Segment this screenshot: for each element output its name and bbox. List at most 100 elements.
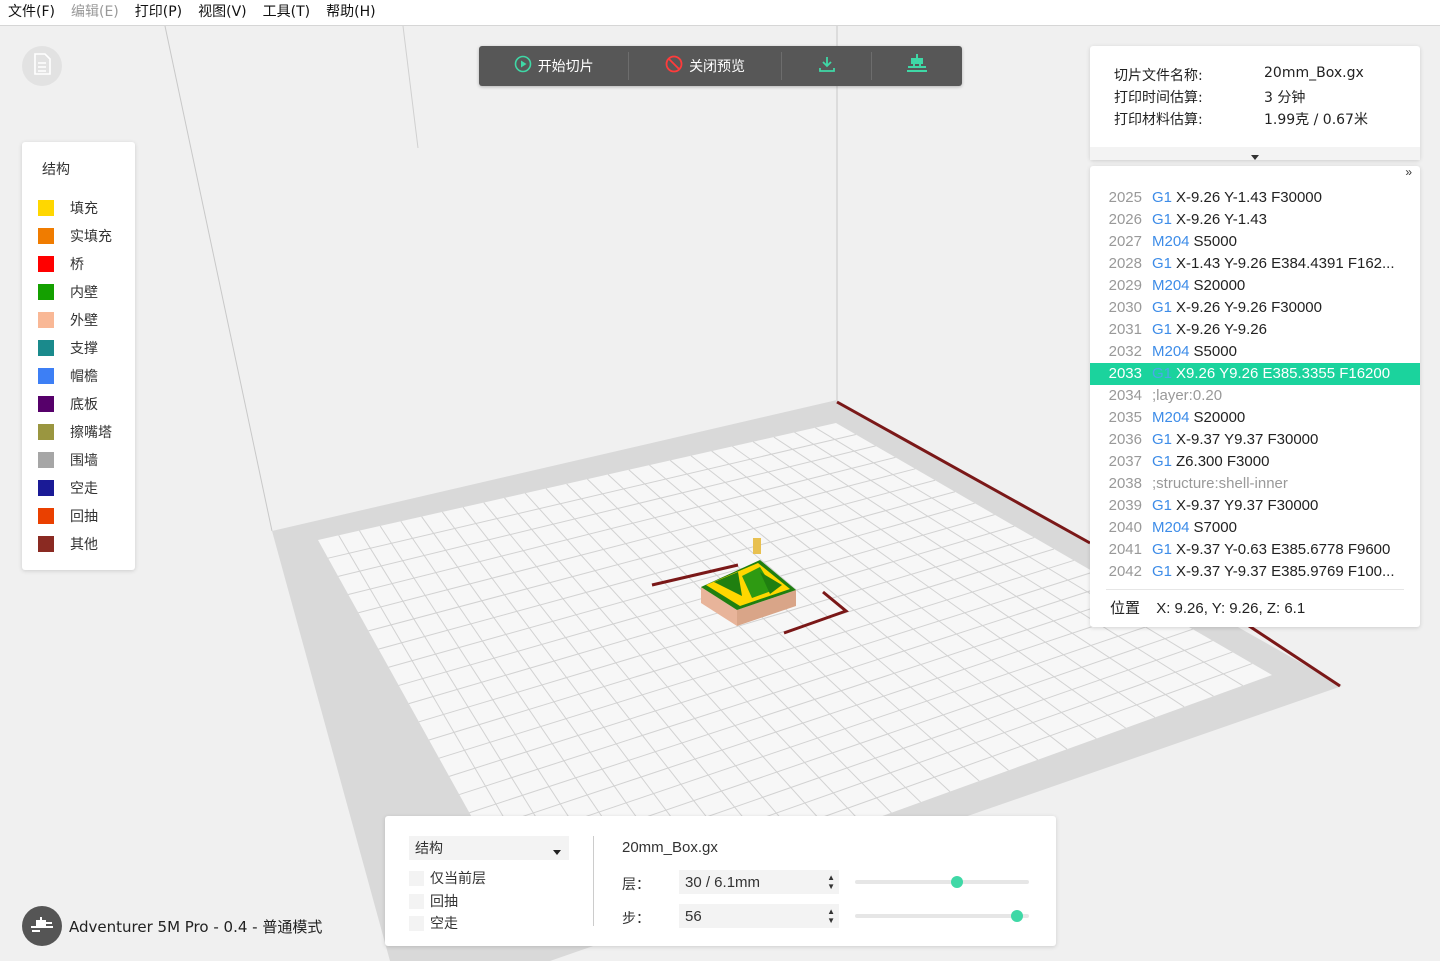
gcode-line[interactable]: 2034 ;layer:0.20 (1090, 385, 1420, 407)
gcode-divider (1106, 589, 1404, 590)
step-spinbox[interactable]: 56 ▲ ▼ (679, 904, 839, 928)
start-slice-button[interactable]: 开始切片 (479, 52, 630, 80)
gcode-line[interactable]: 2030 G1 X-9.26 Y-9.26 F30000 (1090, 297, 1420, 319)
menu-help[interactable]: 帮助(H) (318, 0, 383, 25)
legend-swatch (38, 424, 54, 440)
layer-spinbox[interactable]: 30 / 6.1mm ▲ ▼ (679, 870, 839, 894)
gcode-command: M204 (1152, 277, 1190, 294)
gcode-line[interactable]: 2033 G1 X9.26 Y9.26 E385.3355 F16200 (1090, 363, 1420, 385)
gcode-line[interactable]: 2028 G1 X-1.43 Y-9.26 E384.4391 F162... (1090, 253, 1420, 275)
menu-tools[interactable]: 工具(T) (255, 0, 318, 25)
close-preview-button[interactable]: 关闭预览 (629, 52, 782, 80)
slice-toolbar: 开始切片 关闭预览 (479, 46, 962, 86)
gcode-line[interactable]: 2032 M204 S5000 (1090, 341, 1420, 363)
no-entry-icon (665, 55, 683, 77)
gcode-line-number: 2041 (1108, 541, 1142, 558)
gcode-line[interactable]: 2038 ;structure:shell-inner (1090, 473, 1420, 495)
gcode-line[interactable]: 2027 M204 S5000 (1090, 231, 1420, 253)
gcode-command: G1 (1152, 563, 1173, 580)
preview-controls: 结构 仅当前层 回抽 空走 20mm_Box.gx 层： 30 / 6.1mm … (385, 816, 1056, 946)
gcode-line-number: 2036 (1108, 431, 1142, 448)
layer-slider-thumb[interactable] (950, 876, 963, 888)
gcode-line[interactable]: 2041 G1 X-9.37 Y-0.63 E385.6778 F9600 (1090, 539, 1420, 561)
info-material-row: 打印材料估算: 1.99克 / 0.67米 (1114, 109, 1368, 129)
gcode-line-number: 2034 (1108, 387, 1142, 404)
gcode-line[interactable]: 2040 M204 S7000 (1090, 517, 1420, 539)
spin-arrows-icon[interactable]: ▲ ▼ (827, 907, 835, 925)
divider (593, 836, 594, 926)
gcode-command: G1 (1152, 321, 1173, 338)
legend-swatch (38, 452, 54, 468)
legend-label: 空走 (70, 481, 98, 497)
gcode-line-number: 2030 (1108, 299, 1142, 316)
gcode-line-number: 2026 (1108, 211, 1142, 228)
info-time-label: 打印时间估算: (1114, 90, 1203, 106)
view-mode-value: 结构 (415, 841, 443, 857)
menu-print[interactable]: 打印(P) (127, 0, 190, 25)
send-to-printer-button[interactable] (872, 52, 962, 80)
slice-info-panel: 切片文件名称: 20mm_Box.gx 打印时间估算: 3 分钟 打印材料估算:… (1090, 46, 1420, 160)
gcode-command: G1 (1152, 211, 1173, 228)
current-layer-box[interactable] (409, 870, 424, 886)
send-to-printer-icon (906, 54, 928, 78)
gcode-comment: ;layer:0.20 (1152, 387, 1223, 404)
step-value: 56 (685, 907, 702, 925)
gcode-args: X-1.43 Y-9.26 E384.4391 F162... (1176, 255, 1395, 272)
legend-item: 擦嘴塔 (38, 422, 112, 442)
menu-file[interactable]: 文件(F) (0, 0, 63, 25)
travel-checkbox[interactable]: 空走 (409, 913, 458, 933)
legend-swatch (38, 368, 54, 384)
legend-label: 支撑 (70, 341, 98, 357)
step-slider[interactable] (855, 910, 1029, 922)
gcode-line-number: 2040 (1108, 519, 1142, 536)
gcode-line-number: 2042 (1108, 563, 1142, 580)
legend-item: 实填充 (38, 226, 112, 246)
document-button[interactable] (22, 46, 62, 86)
info-collapse-toggle[interactable] (1090, 147, 1420, 160)
gcode-line[interactable]: 2029 M204 S20000 (1090, 275, 1420, 297)
legend-swatch (38, 228, 54, 244)
gcode-line[interactable]: 2037 G1 Z6.300 F3000 (1090, 451, 1420, 473)
menu-edit[interactable]: 编辑(E) (63, 0, 127, 25)
travel-box[interactable] (409, 915, 424, 931)
legend-label: 桥 (70, 257, 84, 273)
current-layer-label: 仅当前层 (430, 871, 486, 887)
gcode-line[interactable]: 2039 G1 X-9.37 Y9.37 F30000 (1090, 495, 1420, 517)
retract-box[interactable] (409, 893, 424, 909)
gcode-line[interactable]: 2042 G1 X-9.37 Y-9.37 E385.9769 F100... (1090, 561, 1420, 583)
step-slider-thumb[interactable] (1010, 910, 1023, 922)
gcode-line[interactable]: 2031 G1 X-9.26 Y-9.26 (1090, 319, 1420, 341)
printer-status[interactable]: Adventurer 5M Pro - 0.4 - 普通模式 (22, 906, 322, 946)
legend-swatch (38, 480, 54, 496)
gcode-line[interactable]: 2026 G1 X-9.26 Y-1.43 (1090, 209, 1420, 231)
gcode-line[interactable]: 2025 G1 X-9.26 Y-1.43 F30000 (1090, 187, 1420, 209)
view-mode-select[interactable]: 结构 (409, 836, 569, 860)
menu-view[interactable]: 视图(V) (190, 0, 255, 25)
legend-swatch (38, 256, 54, 272)
current-layer-checkbox[interactable]: 仅当前层 (409, 868, 486, 888)
spin-arrows-icon[interactable]: ▲ ▼ (827, 873, 835, 891)
download-button[interactable] (782, 52, 873, 80)
gcode-args: X9.26 Y9.26 E385.3355 F16200 (1176, 365, 1391, 382)
menu-bar: 文件(F) 编辑(E) 打印(P) 视图(V) 工具(T) 帮助(H) (0, 0, 1440, 26)
legend-swatch (38, 284, 54, 300)
start-slice-label: 开始切片 (537, 59, 594, 75)
retract-checkbox[interactable]: 回抽 (409, 891, 458, 911)
gcode-line-number: 2029 (1108, 277, 1142, 294)
preview-filename: 20mm_Box.gx (622, 839, 718, 856)
close-preview-label: 关闭预览 (689, 59, 746, 75)
legend-item: 桥 (38, 254, 84, 274)
gcode-line[interactable]: 2036 G1 X-9.37 Y9.37 F30000 (1090, 429, 1420, 451)
expand-icon[interactable]: » (1405, 165, 1412, 179)
legend-label: 外壁 (70, 313, 98, 329)
gcode-line[interactable]: 2035 M204 S20000 (1090, 407, 1420, 429)
layer-slider[interactable] (855, 876, 1029, 888)
legend-label: 填充 (70, 201, 98, 217)
legend-label: 回抽 (70, 509, 98, 525)
position-readout: 位置 X: 9.26, Y: 9.26, Z: 6.1 (1110, 597, 1305, 618)
info-material-value: 1.99克 / 0.67米 (1264, 112, 1368, 128)
gcode-line-number: 2039 (1108, 497, 1142, 514)
gcode-command: G1 (1152, 255, 1173, 272)
legend-label: 内壁 (70, 285, 98, 301)
legend-item: 空走 (38, 478, 98, 498)
